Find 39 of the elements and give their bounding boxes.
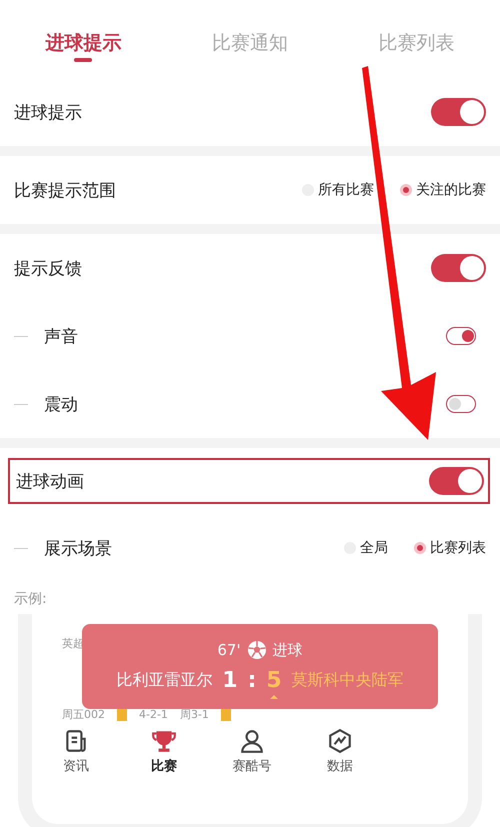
tab-indicator xyxy=(74,58,92,62)
nav-item[interactable]: 比赛 xyxy=(120,728,208,775)
toggle-switch[interactable] xyxy=(429,467,484,495)
home-score: 1 xyxy=(222,668,238,693)
match-minute: 67' xyxy=(217,641,241,659)
toggle-switch[interactable] xyxy=(446,395,476,413)
person-icon xyxy=(239,728,265,754)
radio-option[interactable]: 比赛列表 xyxy=(414,539,486,557)
toggle-switch[interactable] xyxy=(446,327,476,345)
odds-text: 4-2-1 xyxy=(139,708,168,721)
football-icon xyxy=(246,640,267,660)
radio-option[interactable]: 全局 xyxy=(344,539,388,557)
nav-item[interactable]: 赛酷号 xyxy=(208,728,296,775)
radio-option[interactable]: 关注的比赛 xyxy=(400,181,486,199)
setting-label: 展示场景 xyxy=(44,538,112,560)
history-text: 周3-1 xyxy=(180,707,209,722)
hexagon-chart-icon xyxy=(327,728,353,754)
toggle-switch[interactable] xyxy=(431,98,486,126)
match-number: 周五002 xyxy=(62,707,105,722)
card-icon xyxy=(117,708,127,720)
toggle-switch[interactable] xyxy=(431,254,486,282)
score-separator: : xyxy=(248,668,256,693)
nav-item[interactable]: 资讯 xyxy=(32,728,120,775)
setting-label: 震动 xyxy=(44,394,78,416)
nav-item[interactable]: 数据 xyxy=(296,728,384,775)
setting-label: 声音 xyxy=(44,326,78,348)
tab[interactable]: 进球提示 xyxy=(0,30,167,56)
card-icon xyxy=(220,708,231,720)
setting-label: 进球动画 xyxy=(16,470,84,492)
radio-option[interactable]: 所有比赛 xyxy=(302,181,374,199)
home-team: 比利亚雷亚尔 xyxy=(116,670,212,691)
caret-icon xyxy=(270,695,278,699)
example-label: 示例: xyxy=(13,590,48,609)
setting-label: 提示反馈 xyxy=(14,258,82,280)
setting-label: 进球提示 xyxy=(14,102,82,124)
away-team: 莫斯科中央陆军 xyxy=(292,670,404,691)
setting-label: 比赛提示范围 xyxy=(14,180,116,202)
away-score: 5 xyxy=(266,668,282,693)
event-label: 进球 xyxy=(272,640,303,660)
